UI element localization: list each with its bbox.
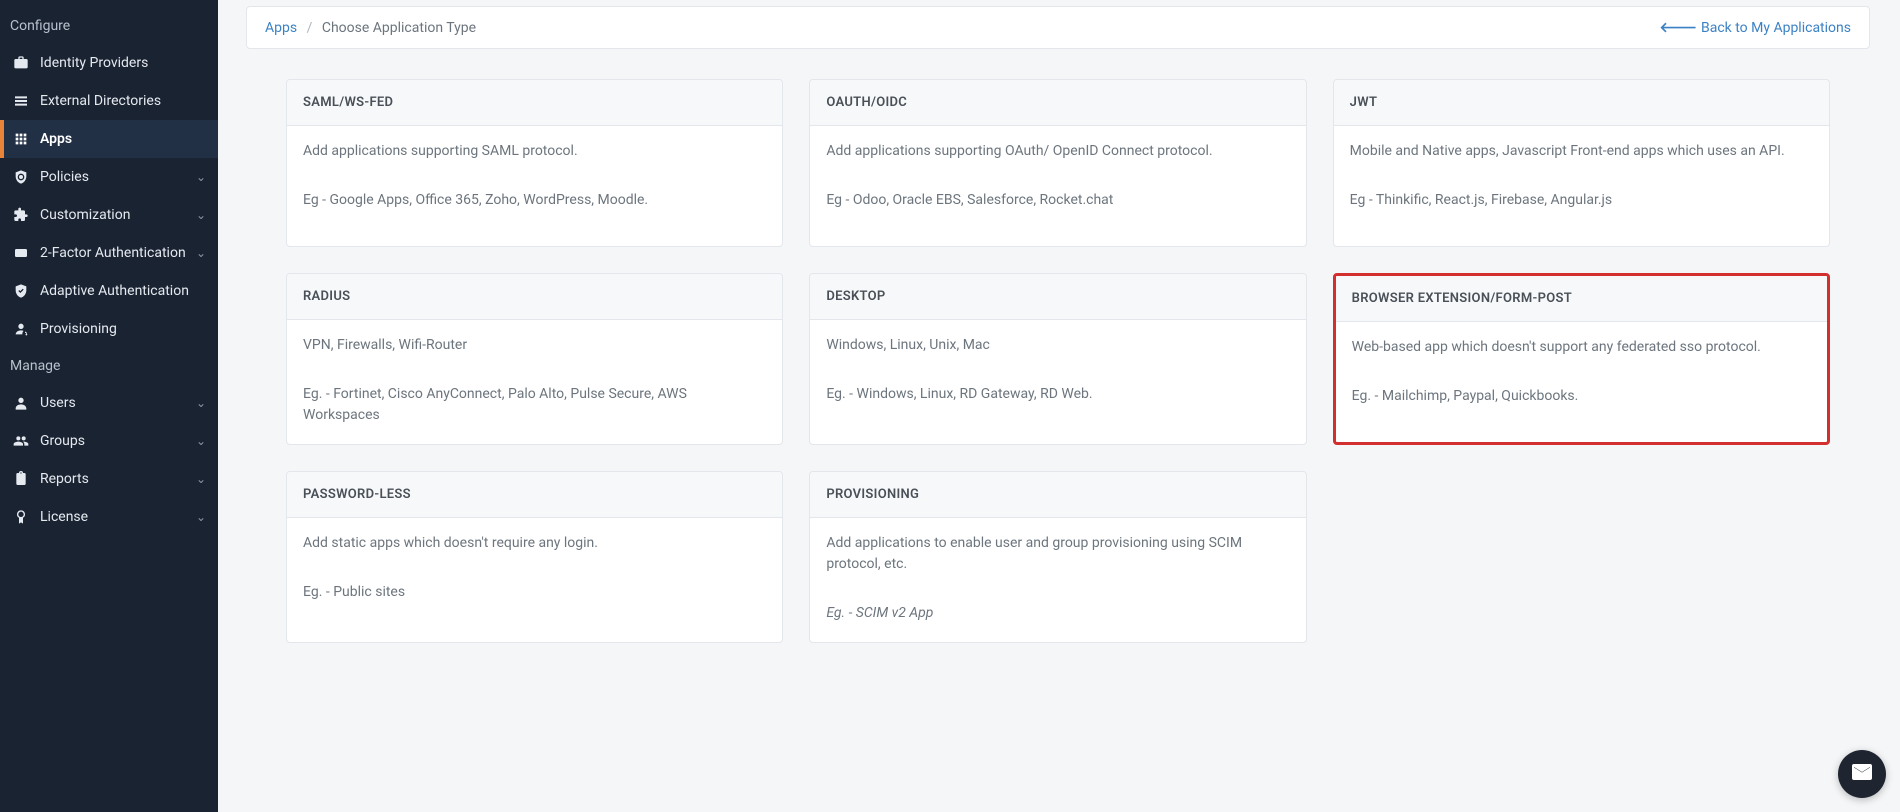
- card-saml-wsfed[interactable]: SAML/WS-FED Add applications supporting …: [286, 79, 783, 247]
- card-example: Eg. - Mailchimp, Paypal, Quickbooks.: [1352, 386, 1811, 407]
- chevron-down-icon: ⌄: [196, 396, 206, 410]
- card-browser-extension[interactable]: BROWSER EXTENSION/FORM-POST Web-based ap…: [1333, 273, 1830, 445]
- sidebar-item-users[interactable]: Users ⌄: [0, 384, 218, 422]
- sidebar-item-adaptive-auth[interactable]: Adaptive Authentication: [0, 272, 218, 310]
- breadcrumb-separator: /: [307, 20, 313, 36]
- application-type-grid: SAML/WS-FED Add applications supporting …: [246, 79, 1870, 643]
- card-description: Add applications to enable user and grou…: [826, 533, 1289, 575]
- sidebar-item-label: License: [40, 509, 88, 525]
- sidebar-item-provisioning[interactable]: Provisioning: [0, 310, 218, 348]
- sidebar-section-configure: Configure: [0, 8, 218, 44]
- card-example: Eg. - Public sites: [303, 582, 766, 603]
- users-icon: [12, 432, 30, 450]
- card-description: VPN, Firewalls, Wifi-Router: [303, 335, 766, 356]
- sidebar-item-label: Policies: [40, 169, 89, 185]
- topbar: Apps / Choose Application Type 🡐 Back to…: [246, 6, 1870, 49]
- shield-gear-icon: [12, 168, 30, 186]
- sidebar-item-label: 2-Factor Authentication: [40, 245, 186, 261]
- puzzle-icon: [12, 206, 30, 224]
- chevron-down-icon: ⌄: [196, 246, 206, 260]
- grid-icon: [12, 130, 30, 148]
- sidebar-item-customization[interactable]: Customization ⌄: [0, 196, 218, 234]
- user-icon: [12, 394, 30, 412]
- sidebar-item-policies[interactable]: Policies ⌄: [0, 158, 218, 196]
- card-title: DESKTOP: [810, 274, 1305, 320]
- sidebar-item-2fa[interactable]: 2-Factor Authentication ⌄: [0, 234, 218, 272]
- briefcase-icon: [12, 54, 30, 72]
- card-description: Mobile and Native apps, Javascript Front…: [1350, 141, 1813, 162]
- card-description: Windows, Linux, Unix, Mac: [826, 335, 1289, 356]
- card-description: Add applications supporting OAuth/ OpenI…: [826, 141, 1289, 162]
- card-example: Eg - Thinkific, React.js, Firebase, Angu…: [1350, 190, 1813, 211]
- back-to-applications-link[interactable]: 🡐 Back to My Applications: [1659, 19, 1851, 36]
- card-description: Add static apps which doesn't require an…: [303, 533, 766, 554]
- card-description: Web-based app which doesn't support any …: [1352, 337, 1811, 358]
- chevron-down-icon: ⌄: [196, 208, 206, 222]
- card-title: PASSWORD-LESS: [287, 472, 782, 518]
- chevron-down-icon: ⌄: [196, 170, 206, 184]
- list-icon: [12, 92, 30, 110]
- card-title: SAML/WS-FED: [287, 80, 782, 126]
- sidebar-item-label: Apps: [40, 131, 72, 147]
- sidebar-item-apps[interactable]: Apps: [0, 120, 218, 158]
- mail-icon: [1850, 760, 1874, 788]
- breadcrumb-root-link[interactable]: Apps: [265, 20, 297, 36]
- sidebar-item-label: Identity Providers: [40, 55, 148, 71]
- card-title: JWT: [1334, 80, 1829, 126]
- card-title: PROVISIONING: [810, 472, 1305, 518]
- sidebar-item-groups[interactable]: Groups ⌄: [0, 422, 218, 460]
- sidebar-item-external-directories[interactable]: External Directories: [0, 82, 218, 120]
- certificate-icon: [12, 508, 30, 526]
- card-oauth-oidc[interactable]: OAUTH/OIDC Add applications supporting O…: [809, 79, 1306, 247]
- sidebar-item-label: External Directories: [40, 93, 161, 109]
- sidebar-item-label: Provisioning: [40, 321, 117, 337]
- card-example: Eg - Odoo, Oracle EBS, Salesforce, Rocke…: [826, 190, 1289, 211]
- sidebar-item-label: Customization: [40, 207, 130, 223]
- card-example: Eg - Google Apps, Office 365, Zoho, Word…: [303, 190, 766, 211]
- card-jwt[interactable]: JWT Mobile and Native apps, Javascript F…: [1333, 79, 1830, 247]
- card-example: Eg. - Fortinet, Cisco AnyConnect, Palo A…: [303, 384, 766, 426]
- card-radius[interactable]: RADIUS VPN, Firewalls, Wifi-Router Eg. -…: [286, 273, 783, 445]
- card-title: BROWSER EXTENSION/FORM-POST: [1336, 276, 1827, 322]
- back-link-label: Back to My Applications: [1701, 20, 1851, 36]
- user-sync-icon: [12, 320, 30, 338]
- clipboard-icon: [12, 470, 30, 488]
- breadcrumb-current: Choose Application Type: [322, 20, 476, 36]
- sidebar-item-identity-providers[interactable]: Identity Providers: [0, 44, 218, 82]
- breadcrumb: Apps / Choose Application Type: [265, 20, 476, 36]
- card-example: Eg. - SCIM v2 App: [826, 603, 1289, 624]
- sidebar-item-license[interactable]: License ⌄: [0, 498, 218, 536]
- shield-check-icon: [12, 282, 30, 300]
- sidebar-item-label: Reports: [40, 471, 89, 487]
- sidebar-item-label: Users: [40, 395, 76, 411]
- main-content: Apps / Choose Application Type 🡐 Back to…: [218, 0, 1900, 812]
- card-title: RADIUS: [287, 274, 782, 320]
- chat-fab[interactable]: [1838, 750, 1886, 798]
- arrow-left-icon: 🡐: [1659, 19, 1697, 36]
- sidebar: Configure Identity Providers External Di…: [0, 0, 218, 812]
- chevron-down-icon: ⌄: [196, 434, 206, 448]
- chevron-down-icon: ⌄: [196, 510, 206, 524]
- sidebar-section-manage: Manage: [0, 348, 218, 384]
- card-password-less[interactable]: PASSWORD-LESS Add static apps which does…: [286, 471, 783, 643]
- card-desktop[interactable]: DESKTOP Windows, Linux, Unix, Mac Eg. - …: [809, 273, 1306, 445]
- card-example: Eg. - Windows, Linux, RD Gateway, RD Web…: [826, 384, 1289, 405]
- card-description: Add applications supporting SAML protoco…: [303, 141, 766, 162]
- sidebar-item-label: Adaptive Authentication: [40, 283, 189, 299]
- card-provisioning[interactable]: PROVISIONING Add applications to enable …: [809, 471, 1306, 643]
- card-title: OAUTH/OIDC: [810, 80, 1305, 126]
- chevron-down-icon: ⌄: [196, 472, 206, 486]
- sidebar-item-label: Groups: [40, 433, 85, 449]
- numeric-icon: [12, 244, 30, 262]
- sidebar-item-reports[interactable]: Reports ⌄: [0, 460, 218, 498]
